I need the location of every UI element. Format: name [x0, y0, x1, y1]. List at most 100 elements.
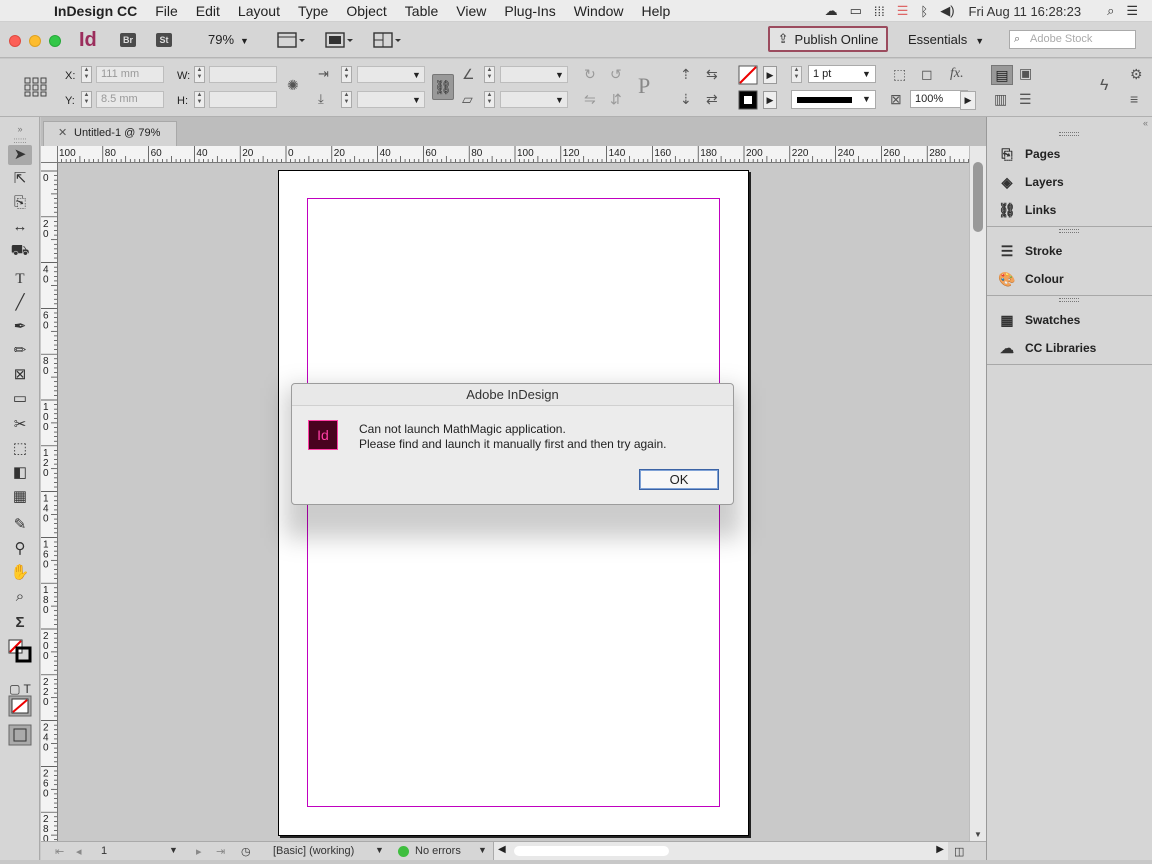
gap-tool-icon[interactable]: ↔: [8, 217, 32, 237]
hand-tool-icon[interactable]: ✋: [8, 563, 32, 583]
last-page-icon[interactable]: ⇥: [216, 845, 225, 858]
menu-help[interactable]: Help: [642, 3, 671, 19]
text-wrap-none-icon[interactable]: ▤: [991, 65, 1013, 85]
ruler-origin[interactable]: [41, 146, 58, 163]
flip-horizontal-icon[interactable]: ⇋: [584, 91, 596, 108]
fill-stroke-swatch-icon[interactable]: [8, 639, 32, 663]
stroke-weight-stepper[interactable]: ▲ ▼: [791, 66, 802, 83]
y-stepper[interactable]: ▲ ▼: [81, 91, 92, 108]
pen-tool-icon[interactable]: ✒: [8, 317, 32, 337]
screen-mode-button[interactable]: [324, 30, 354, 50]
x-position-field[interactable]: 111 mm: [96, 66, 164, 83]
page-tool-icon[interactable]: ⎘: [8, 193, 32, 213]
chevron-down-icon[interactable]: ▼: [478, 845, 487, 855]
y-position-field[interactable]: 8.5 mm: [96, 91, 164, 108]
opacity-menu-button[interactable]: ▶: [960, 91, 976, 110]
link-proportions-icon[interactable]: ⛓: [432, 74, 454, 100]
close-tab-icon[interactable]: ✕: [58, 122, 67, 145]
publish-online-button[interactable]: ⇪ Publish Online: [768, 26, 888, 52]
chevron-down-icon[interactable]: ▼: [375, 845, 384, 855]
menu-object[interactable]: Object: [346, 3, 386, 19]
zoom-tool-icon[interactable]: ⌕: [8, 587, 32, 607]
rotate-counterclockwise-icon[interactable]: ↺: [610, 66, 622, 83]
bookmark-icon[interactable]: ☰: [897, 3, 909, 19]
menu-layout[interactable]: Layout: [238, 3, 280, 19]
scroll-right-arrow-icon[interactable]: ▶: [936, 844, 944, 855]
panel-pages[interactable]: ⎘ Pages: [997, 144, 1060, 164]
w-stepper[interactable]: ▲ ▼: [194, 66, 205, 83]
menubar-clock[interactable]: Fri Aug 11 16:28:23: [969, 4, 1082, 19]
screen-mode-tool-icon[interactable]: [8, 724, 32, 746]
first-page-icon[interactable]: ⇤: [55, 845, 64, 858]
notification-list-icon[interactable]: ☰: [1126, 3, 1138, 19]
preflight-clock-icon[interactable]: ◷: [241, 845, 251, 858]
stroke-type-dropdown[interactable]: ▼: [791, 90, 876, 109]
vertical-scrollbar[interactable]: ▼: [969, 146, 986, 841]
type-tool-icon[interactable]: T: [8, 269, 32, 289]
spotlight-search-icon[interactable]: ⌕: [1107, 3, 1114, 19]
x-stepper[interactable]: ▲ ▼: [81, 66, 92, 83]
creative-cloud-icon[interactable]: ☁: [825, 3, 838, 19]
flip-vertical-icon[interactable]: ⇵: [610, 91, 622, 108]
next-page-icon[interactable]: ▸: [196, 845, 202, 858]
constrain-proportions-icon[interactable]: ✺: [287, 77, 299, 94]
horizontal-scrollbar[interactable]: ◀ ▶: [493, 842, 948, 860]
panel-links[interactable]: ⛓ Links: [997, 200, 1056, 220]
panel-swatches[interactable]: ▦ Swatches: [997, 310, 1080, 330]
view-options-button[interactable]: [276, 30, 306, 50]
selection-tool-icon[interactable]: ➤: [8, 145, 32, 165]
chevron-down-icon[interactable]: ▼: [555, 95, 564, 105]
effects-fx-icon[interactable]: fx.: [950, 66, 964, 82]
free-transform-tool-icon[interactable]: ⬚: [8, 439, 32, 459]
rotation-stepper[interactable]: ▲ ▼: [484, 66, 495, 83]
panel-layers[interactable]: ◈ Layers: [997, 172, 1064, 192]
scale-x-stepper[interactable]: ▲ ▼: [341, 66, 352, 83]
adobe-stock-search-input[interactable]: ⌕ Adobe Stock: [1009, 30, 1136, 49]
menu-table[interactable]: Table: [405, 3, 438, 19]
panel-colour[interactable]: 🎨 Colour: [997, 269, 1063, 289]
select-next-object-icon[interactable]: ⇄: [706, 91, 718, 108]
chevron-down-icon[interactable]: ▼: [862, 69, 871, 79]
close-window-button[interactable]: [9, 35, 21, 47]
volume-icon[interactable]: ◀): [940, 3, 954, 19]
fitting-frame-icon[interactable]: ⬚: [893, 66, 906, 83]
height-field[interactable]: [209, 91, 277, 108]
panel-grip[interactable]: [1059, 229, 1079, 233]
shear-stepper[interactable]: ▲ ▼: [484, 91, 495, 108]
scissors-tool-icon[interactable]: ✂: [8, 415, 32, 435]
zoom-window-button[interactable]: [49, 35, 61, 47]
reference-point-icon[interactable]: [24, 77, 48, 97]
preflight-profile[interactable]: [Basic] (working): [273, 845, 354, 857]
text-wrap-jump-icon[interactable]: ☰: [1019, 91, 1032, 108]
direct-selection-tool-icon[interactable]: ⇱: [8, 169, 32, 189]
chevron-down-icon[interactable]: ▼: [412, 70, 421, 80]
text-wrap-bounding-icon[interactable]: ▣: [1019, 65, 1032, 82]
apply-none-icon[interactable]: [8, 695, 32, 717]
document-tab[interactable]: ✕ Untitled-1 @ 79%: [43, 121, 177, 146]
panel-menu-icon[interactable]: ≡: [1130, 91, 1138, 107]
content-collector-tool-icon[interactable]: ⛟: [8, 241, 32, 261]
drop-shadow-icon[interactable]: ◻: [921, 66, 933, 83]
gradient-feather-tool-icon[interactable]: ▦: [8, 487, 32, 507]
airplay-icon[interactable]: ▭: [850, 3, 862, 19]
chevron-down-icon[interactable]: ▼: [169, 845, 178, 855]
pencil-tool-icon[interactable]: ✏: [8, 341, 32, 361]
preflight-status[interactable]: No errors: [415, 845, 461, 857]
stroke-menu-button[interactable]: ▶: [763, 91, 777, 109]
collapse-dock-icon[interactable]: «: [1143, 118, 1148, 128]
select-content-icon[interactable]: ⇣: [680, 91, 692, 108]
quick-apply-lightning-icon[interactable]: ϟ: [1100, 77, 1108, 95]
gradient-swatch-tool-icon[interactable]: ◧: [8, 463, 32, 483]
select-previous-object-icon[interactable]: ⇆: [706, 66, 718, 83]
line-tool-icon[interactable]: ╱: [8, 293, 32, 313]
panel-grip[interactable]: [1059, 298, 1079, 302]
panel-cc-libraries[interactable]: ☁ CC Libraries: [997, 338, 1096, 358]
horizontal-scroll-thumb[interactable]: [514, 846, 669, 856]
menu-plugins[interactable]: Plug-Ins: [504, 3, 555, 19]
rotate-clockwise-icon[interactable]: ↻: [584, 66, 596, 83]
split-window-icon[interactable]: ◫: [954, 845, 964, 858]
scroll-left-arrow-icon[interactable]: ◀: [498, 844, 506, 855]
settings-gear-icon[interactable]: ⚙: [1130, 66, 1143, 83]
stroke-black-swatch-icon[interactable]: [738, 90, 758, 110]
zoom-level-dropdown[interactable]: 79% ▼: [208, 32, 249, 47]
